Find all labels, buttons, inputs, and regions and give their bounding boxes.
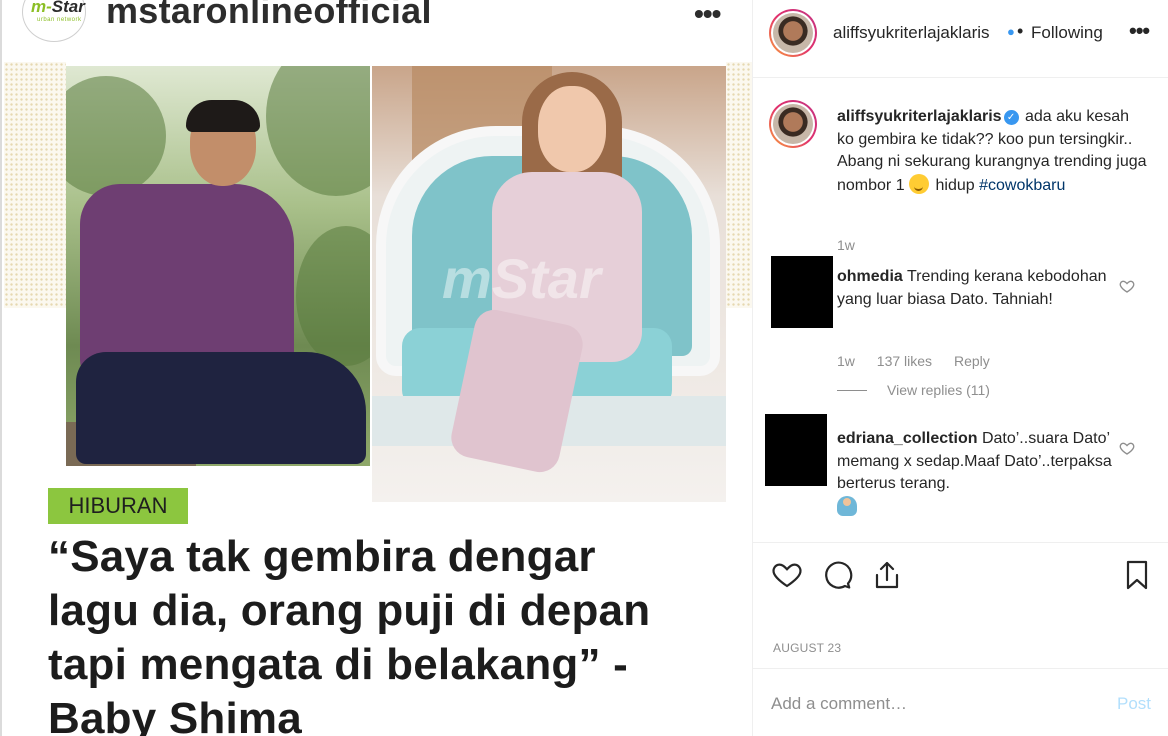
view-replies-button[interactable]: View replies (11) bbox=[837, 382, 990, 398]
replies-divider bbox=[837, 390, 867, 391]
action-bar bbox=[753, 542, 1168, 612]
image-header-banner: m-Star urban network mstaronlineofficial… bbox=[2, 0, 752, 62]
comment-icon[interactable] bbox=[821, 559, 853, 591]
verified-badge-icon: ● bbox=[1007, 24, 1015, 39]
comment-time[interactable]: 1w bbox=[837, 353, 855, 369]
image-more-icon: ••• bbox=[694, 0, 721, 29]
man-shirt bbox=[80, 184, 294, 380]
post-header: aliffsyukriterlajaklaris ● • Following •… bbox=[753, 0, 1168, 78]
comment-avatar[interactable] bbox=[771, 256, 833, 328]
dot-pattern-left bbox=[4, 62, 66, 308]
heart-icon[interactable] bbox=[771, 559, 803, 591]
avatar-image bbox=[773, 104, 813, 144]
hashtag-link[interactable]: #cowokbaru bbox=[979, 177, 1065, 194]
man-pants bbox=[76, 352, 366, 464]
woman-head bbox=[538, 86, 606, 172]
caption-avatar[interactable] bbox=[769, 100, 817, 148]
verified-badge-icon: ✓ bbox=[1003, 110, 1019, 125]
post-image[interactable]: m-Star urban network mstaronlineofficial… bbox=[0, 0, 752, 736]
watermark: mStar bbox=[442, 247, 601, 310]
comment-likes[interactable]: 137 likes bbox=[877, 353, 932, 369]
comment-avatar[interactable] bbox=[765, 414, 827, 486]
post-sidebar: aliffsyukriterlajaklaris ● • Following •… bbox=[752, 0, 1168, 736]
category-tag: HIBURAN bbox=[48, 488, 188, 524]
smile-emoji-icon bbox=[909, 173, 930, 194]
headline: “Saya tak gembira dengar lagu dia, orang… bbox=[48, 532, 651, 736]
more-options-icon[interactable]: ••• bbox=[1129, 18, 1150, 44]
caption-time[interactable]: 1w bbox=[837, 237, 855, 253]
comment-item: edriana_collection Dato’..suara Dato’ me… bbox=[837, 428, 1117, 519]
image-account-name: mstaronlineofficial bbox=[106, 0, 432, 31]
dot-pattern-right bbox=[726, 62, 752, 308]
following-button[interactable]: Following bbox=[1031, 23, 1103, 43]
photo-man bbox=[66, 66, 370, 466]
header-separator: • bbox=[1017, 21, 1024, 41]
logo-subtext: urban network bbox=[37, 17, 82, 23]
comment-like-heart-icon[interactable] bbox=[1119, 278, 1135, 294]
view-replies-label: View replies (11) bbox=[887, 382, 990, 398]
share-icon[interactable] bbox=[871, 559, 903, 591]
photo-woman: mStar bbox=[372, 66, 726, 502]
comment-input[interactable] bbox=[771, 691, 1091, 717]
mstar-logo: m-Star urban network bbox=[22, 0, 86, 42]
comment-like-heart-icon[interactable] bbox=[1119, 440, 1135, 456]
reply-button[interactable]: Reply bbox=[954, 353, 990, 369]
man-hair bbox=[186, 100, 260, 132]
header-avatar[interactable] bbox=[769, 9, 817, 57]
caption-username[interactable]: aliffsyukriterlajaklaris bbox=[837, 108, 1002, 125]
comment-item: ohmedia Trending kerana kebodohan yang l… bbox=[837, 266, 1117, 311]
header-username[interactable]: aliffsyukriterlajaklaris bbox=[833, 23, 990, 43]
comment-username[interactable]: ohmedia bbox=[837, 268, 903, 285]
comment-username[interactable]: edriana_collection bbox=[837, 430, 978, 447]
post-date[interactable]: AUGUST 23 bbox=[773, 641, 841, 655]
caption: aliffsyukriterlajaklaris ✓ ada aku kesah … bbox=[837, 106, 1149, 197]
logo-text-m: m- bbox=[31, 0, 52, 16]
caption-text-end: hidup bbox=[935, 176, 975, 194]
logo-text-star: Star bbox=[51, 0, 85, 16]
comment-meta: 1w 137 likes Reply bbox=[837, 353, 1008, 369]
person-bowing-emoji-icon bbox=[837, 495, 857, 516]
post-button[interactable]: Post bbox=[1117, 694, 1151, 714]
avatar-image bbox=[773, 13, 813, 53]
bookmark-icon[interactable] bbox=[1121, 559, 1153, 591]
comment-bar: Post bbox=[753, 668, 1168, 736]
